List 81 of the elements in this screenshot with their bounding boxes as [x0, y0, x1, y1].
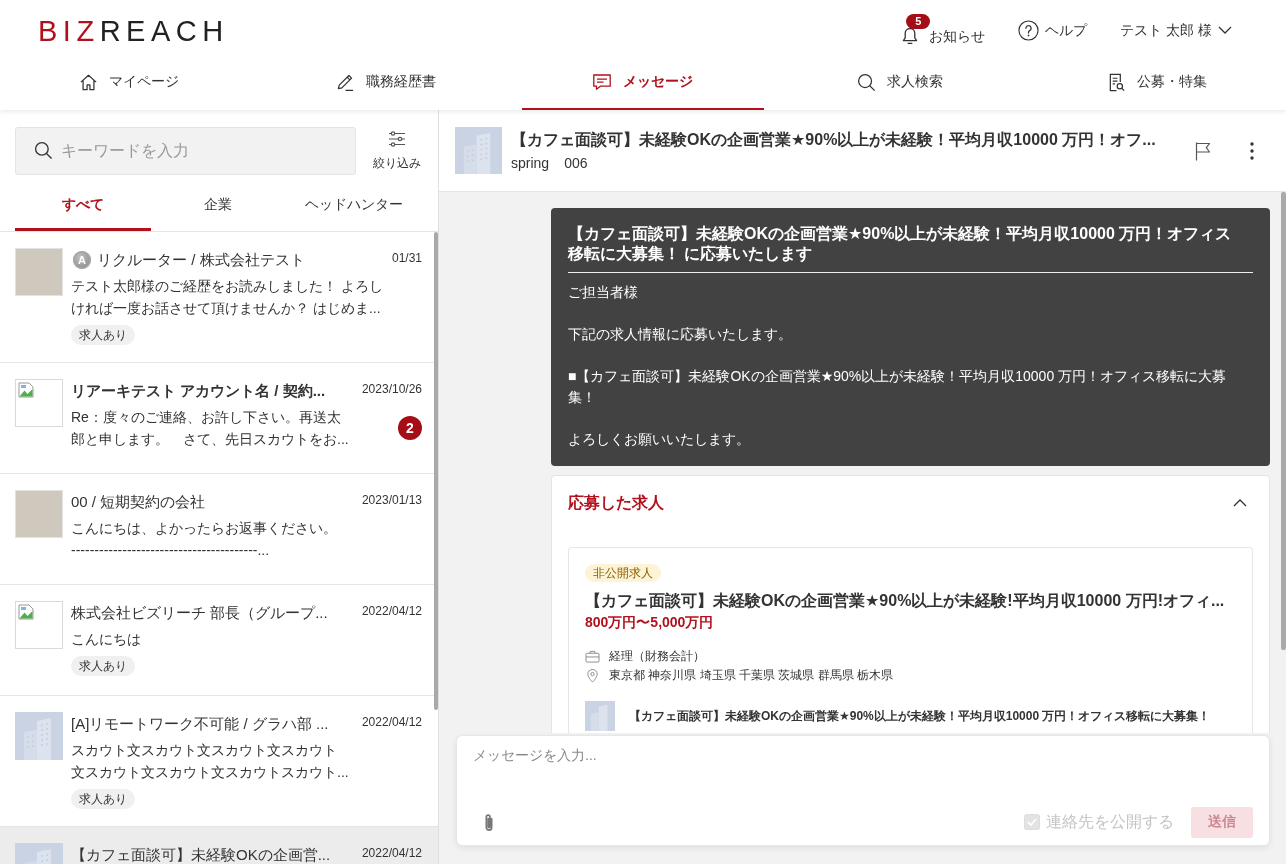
thread-name: [A]リモートワーク不可能 / グラハ部 ... — [71, 714, 329, 734]
message-preview: 文スカウト文スカウト文スカウトスカウト... — [71, 763, 350, 782]
message-field[interactable]: メッセージを入力... — [457, 736, 1269, 806]
tag-label: 求人あり — [71, 789, 135, 809]
nav-tab[interactable]: マイページ — [8, 58, 250, 110]
home-icon — [78, 72, 98, 92]
thread-date: 2023/01/13 — [361, 492, 422, 509]
job-card[interactable]: 非公開求人 【カフェ面談可】未経験OKの企画営業★90%以上が未経験!平均月収10000 万円!オフィ... 800万円〜5,000万円 経理（財務会計） 東京都 神奈川県 埼玉県 千葉県 茨城県 群馬県 栃木県 【カフェ面談可】未経験OKの企画営業★90%以上が未経験！平均月収10000 万円！オフィス移転に大募集！ — [568, 547, 1253, 733]
private-tag: 非公開求人 — [585, 564, 661, 582]
message-preview: こんにちは — [71, 630, 142, 649]
section-heading: 応募した求人 — [568, 493, 664, 513]
thread-item[interactable]: 【カフェ面談可】未経験OKの企画営... 2022/04/12 — [0, 827, 438, 864]
message-paragraph: ご担当者様 — [568, 283, 639, 302]
thread-name: 00 / 短期契約の会社 — [71, 492, 206, 512]
scrollbar-thumb[interactable] — [434, 232, 438, 710]
list-tab[interactable]: ヘッドハンター — [286, 185, 422, 231]
message-paragraph: よろしくお願いいたします。 — [568, 430, 751, 449]
document-search-icon — [1107, 72, 1127, 92]
subtitle-text: spring — [511, 153, 550, 173]
message-paragraph: 下記の求人情報に応募いたします。 — [568, 325, 793, 344]
thread-name: 株式会社ビズリーチ 部長（グループ... — [71, 603, 328, 623]
paperclip-icon[interactable] — [484, 812, 494, 832]
subtitle-text: 006 — [564, 153, 588, 173]
list-tab[interactable]: 企業 — [150, 185, 287, 231]
filter-button[interactable]: 絞り込み — [372, 127, 422, 175]
briefcase-icon — [585, 650, 600, 663]
job-title: 【カフェ面談可】未経験OKの企画営業★90%以上が未経験!平均月収10000 万円!オフィ... — [585, 591, 1226, 611]
user-menu[interactable]: テスト 太郎 様 — [1120, 20, 1232, 40]
nav-tab[interactable]: メッセージ — [522, 58, 764, 110]
scrollbar-thumb[interactable] — [1281, 192, 1286, 650]
building-icon — [15, 712, 63, 760]
occupation-text: 経理（財務会計） — [609, 648, 705, 665]
message-preview: Re：度々のご連絡、お許し下さい。再送太郎と申します。 さて、先日スカウトをお... — [71, 408, 350, 449]
building-icon — [455, 127, 502, 174]
thread-date: 2022/04/12 — [361, 714, 422, 731]
thread-name: リアーキテスト アカウント名 / 契約... — [71, 381, 326, 401]
message-preview: ----------------------------------------... — [71, 541, 271, 560]
chevron-down-icon — [1218, 26, 1232, 34]
flag-icon[interactable] — [1194, 140, 1212, 161]
broken-image-icon — [18, 604, 34, 620]
message-paragraph: ■【カフェ面談可】未経験OKの企画営業★90%以上が未経験！平均月収10000 万円！オフィス移転に大募集！ — [568, 367, 1228, 407]
message-title: 【カフェ面談可】未経験OKの企画営業★90%以上が未経験！平均月収10000 万円！オフィス移転に大募集！ に応募いたします — [568, 224, 1233, 264]
thread-date: 2023/10/26 — [361, 381, 422, 398]
thread-name: 【カフェ面談可】未経験OKの企画営... — [71, 845, 331, 864]
recruiter-badge: A — [73, 251, 91, 269]
sliders-icon — [388, 130, 406, 147]
help-icon — [1018, 19, 1040, 41]
nav-tab[interactable]: 求人検索 — [779, 58, 1021, 110]
help-link[interactable]: ヘルプ — [1018, 19, 1088, 41]
thread-date: 2022/04/12 — [361, 603, 422, 620]
location-text: 東京都 神奈川県 埼玉県 千葉県 茨城県 群馬県 栃木県 — [609, 667, 893, 684]
notifications-link[interactable]: 5 お知らせ — [901, 14, 986, 46]
tag-label: 求人あり — [71, 656, 135, 676]
more-icon[interactable] — [1250, 141, 1254, 160]
thread-date: 01/31 — [391, 250, 422, 267]
tag-label: 求人あり — [71, 325, 135, 345]
thread-name: リクルーター / 株式会社テスト — [97, 250, 305, 270]
search-icon — [857, 72, 877, 92]
thread-date: 2022/04/12 — [361, 845, 422, 862]
pin-icon — [585, 668, 600, 683]
search-icon — [34, 141, 53, 160]
unread-count-badge: 2 — [398, 416, 422, 440]
checkbox-label: 連絡先を公開する — [1046, 812, 1174, 832]
pencil-icon — [335, 72, 355, 92]
nav-tab[interactable]: 職務経歴書 — [265, 58, 507, 110]
broken-image-icon — [18, 382, 34, 398]
chat-icon — [592, 72, 613, 92]
logo[interactable]: BIZ REACH — [38, 16, 229, 46]
photo-placeholder — [15, 490, 63, 538]
bell-icon — [901, 26, 920, 46]
search-field[interactable]: キーワードを入力 — [15, 127, 356, 175]
conversation-title: 【カフェ面談可】未経験OKの企画営業★90%以上が未経験！平均月収10000 万円！オフ... — [511, 129, 1157, 150]
chevron-up-icon[interactable] — [1233, 499, 1247, 507]
salary-text: 800万円〜5,000万円 — [585, 613, 715, 632]
message-preview: スカウト文スカウト文スカウト文スカウト — [71, 741, 338, 760]
notification-badge: 5 — [906, 14, 931, 29]
message-preview: テスト太郎様のご経歴をお読みしました！ よろしければ一度お話させて頂けませんか？ はじめま... — [71, 277, 384, 318]
linked-job-title: 【カフェ面談可】未経験OKの企画営業★90%以上が未経験！平均月収10000 万円！オフィス移転に大募集！ — [629, 708, 1211, 725]
message-preview: こんにちは、よかったらお返事ください。 — [71, 519, 338, 538]
nav-tab[interactable]: 公募・特集 — [1036, 58, 1278, 110]
photo-placeholder — [15, 248, 63, 296]
